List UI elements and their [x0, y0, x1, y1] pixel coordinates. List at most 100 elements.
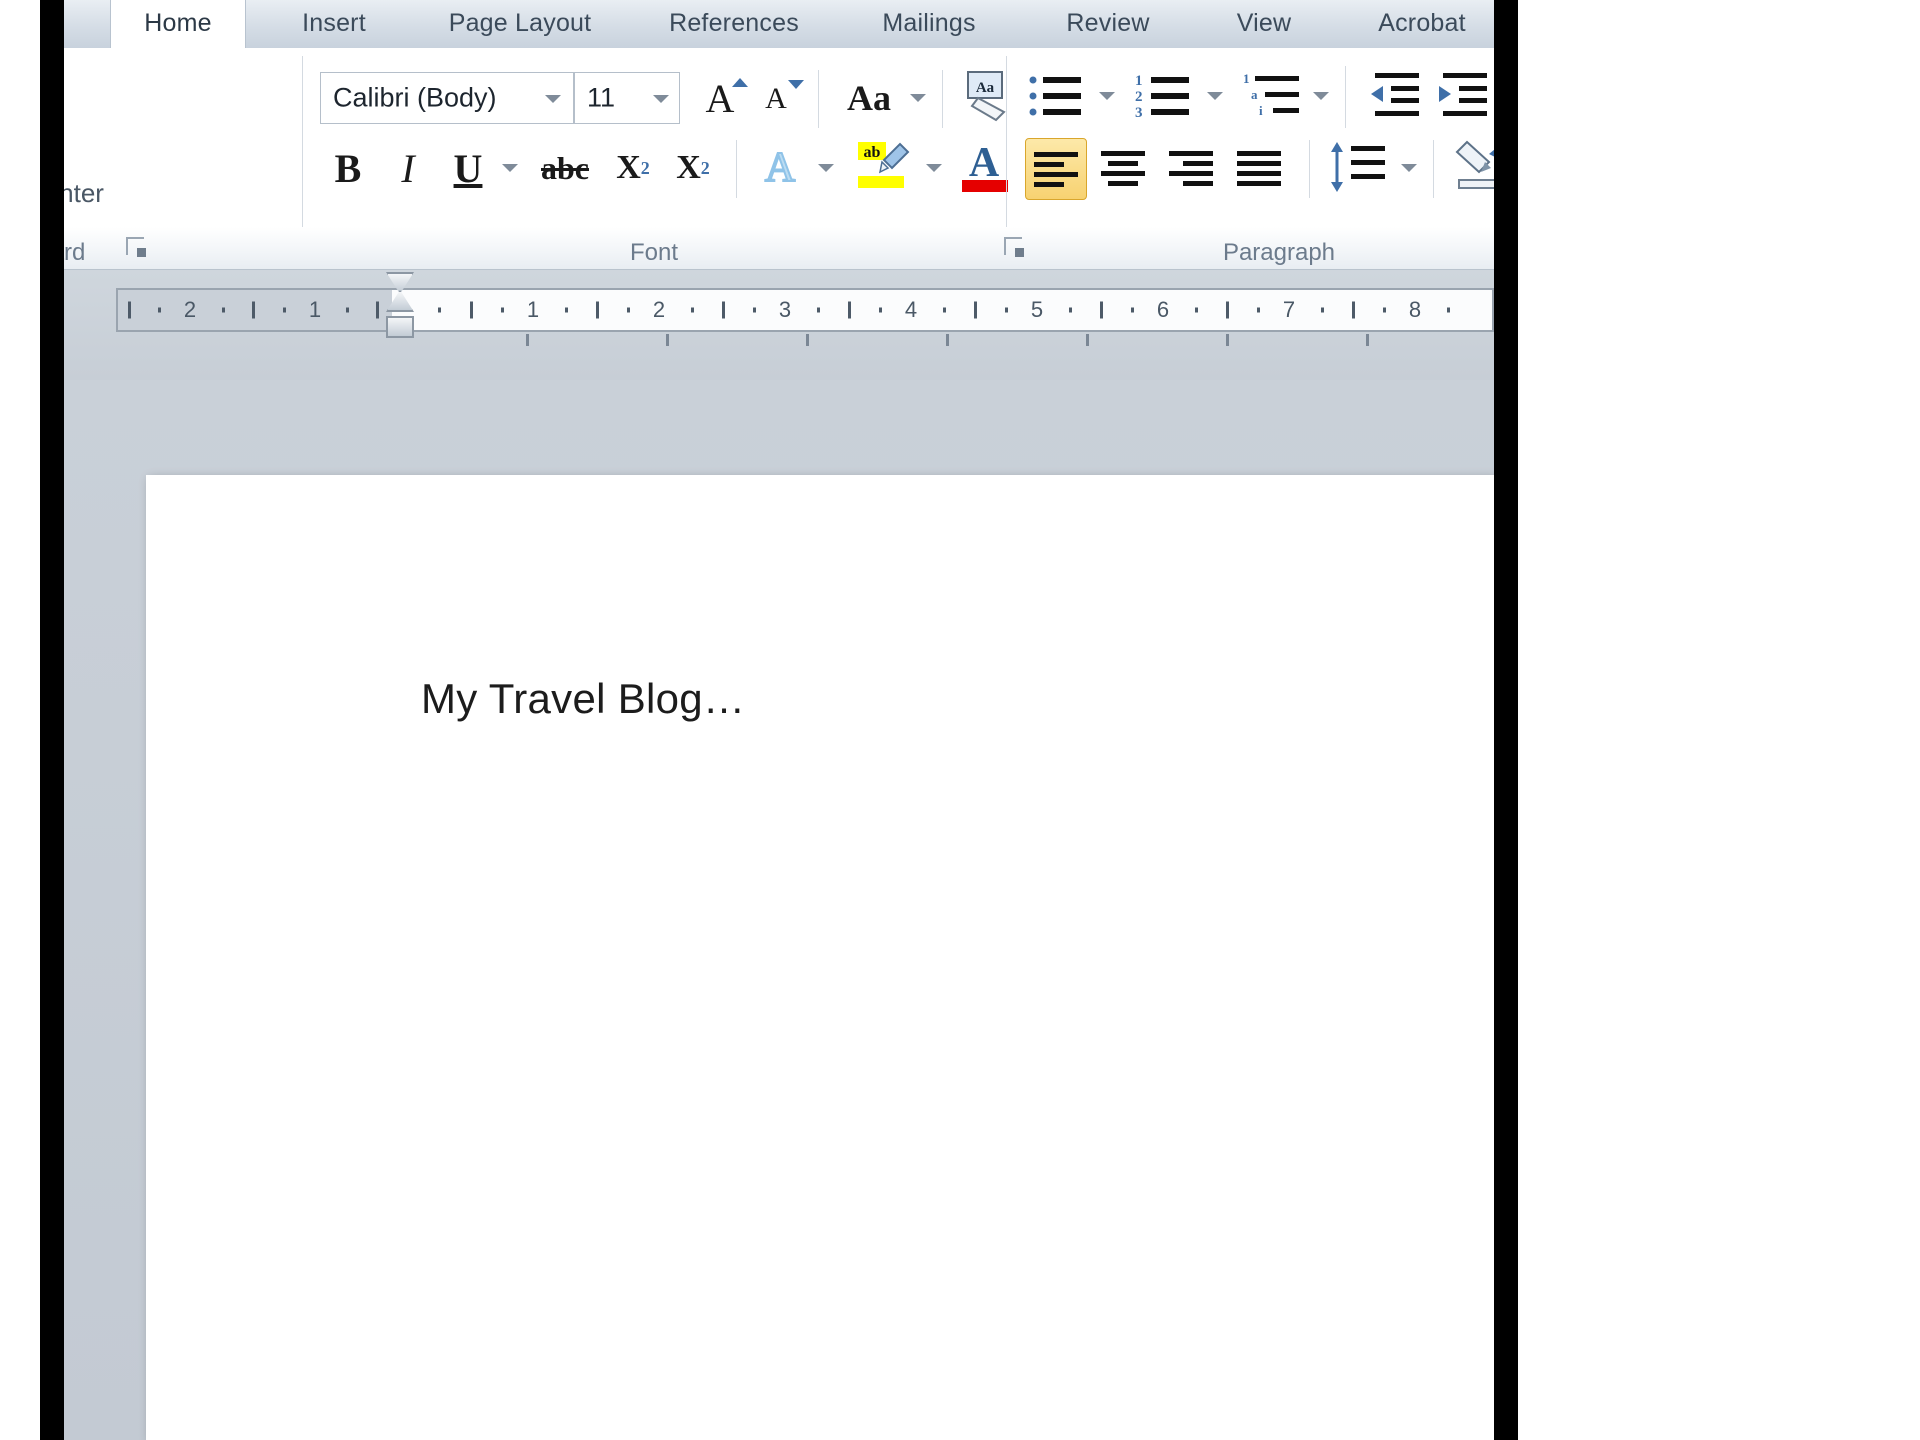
justify-button[interactable] — [1229, 138, 1291, 200]
chevron-down-icon[interactable] — [653, 95, 669, 103]
horizontal-ruler[interactable]: 2 1 1 2 3 4 5 6 7 8 — [116, 288, 1494, 332]
italic-icon: I — [401, 145, 415, 191]
font-name-combo[interactable]: Calibri (Body) — [320, 72, 574, 124]
tab-mailings[interactable]: Mailings — [836, 0, 1022, 48]
tab-stop-marker[interactable] — [526, 334, 529, 346]
format-painter-button[interactable]: Format Painter — [64, 178, 104, 209]
underline-icon: U — [453, 145, 483, 191]
ruler-tick — [722, 301, 725, 319]
group-paragraph: 1 2 3 1 a i Paragraph — [1009, 48, 1494, 269]
ruler-tick — [1131, 307, 1134, 313]
text-effects-button[interactable]: A — [750, 140, 810, 196]
ruler-tick — [974, 301, 977, 319]
ruler-tick — [879, 307, 882, 313]
ruler-number: 5 — [1030, 297, 1044, 322]
bullets-button[interactable] — [1025, 68, 1089, 128]
font-divider-2 — [942, 70, 943, 128]
align-text-right-button[interactable] — [1161, 138, 1223, 200]
svg-text:3: 3 — [1135, 105, 1143, 121]
strikethrough-button[interactable]: abc — [532, 140, 598, 196]
center-button[interactable] — [1093, 138, 1155, 200]
font-dialog-launcher[interactable] — [1004, 237, 1026, 259]
ruler-tick — [596, 301, 599, 319]
increase-indent-button[interactable] — [1429, 68, 1493, 128]
ruler-tick — [438, 307, 441, 313]
chevron-down-icon[interactable] — [502, 164, 518, 172]
numbering-button[interactable]: 1 2 3 — [1133, 68, 1197, 128]
group-label-clipboard: board — [64, 239, 86, 266]
grow-font-button[interactable]: A — [692, 72, 748, 124]
ruler-tick — [376, 301, 379, 319]
tab-stop-marker[interactable] — [1366, 334, 1369, 346]
font-size-combo[interactable]: 11 — [574, 72, 680, 124]
ruler-tick — [501, 307, 504, 313]
text-highlight-color-icon: ab — [858, 142, 910, 188]
multilevel-list-button[interactable]: 1 a i — [1241, 68, 1305, 128]
right-letterbox-bar — [1494, 0, 1518, 1440]
shrink-font-button[interactable]: A — [748, 74, 804, 124]
tab-stop-marker[interactable] — [1086, 334, 1089, 346]
subscript-button[interactable]: X2 — [604, 140, 662, 196]
ruler-number: 3 — [778, 297, 792, 322]
chevron-down-icon[interactable] — [1401, 164, 1417, 172]
decrease-indent-button[interactable] — [1361, 68, 1425, 128]
ruler-tick — [158, 307, 161, 313]
svg-text:ab: ab — [864, 144, 881, 161]
ruler-tick — [565, 307, 568, 313]
ruler-tick — [627, 307, 630, 313]
bold-button[interactable]: B — [320, 140, 376, 196]
italic-button[interactable]: I — [380, 140, 436, 196]
underline-button[interactable]: U — [440, 140, 496, 196]
numbering-icon: 1 2 3 — [1135, 73, 1189, 121]
paragraph-divider-1 — [1345, 66, 1346, 128]
ruler-tick — [817, 307, 820, 313]
svg-text:2: 2 — [1135, 89, 1143, 105]
document-body-text[interactable]: My Travel Blog… — [421, 675, 745, 723]
align-text-left-button[interactable] — [1025, 138, 1087, 200]
chevron-down-icon[interactable] — [818, 164, 834, 172]
chevron-down-icon[interactable] — [545, 95, 561, 103]
ruler-tick — [1100, 301, 1103, 319]
tab-insert[interactable]: Insert — [260, 0, 408, 48]
font-color-icon: A — [962, 140, 1008, 192]
left-indent-marker[interactable] — [386, 316, 414, 338]
chevron-down-icon[interactable] — [926, 164, 942, 172]
shading-button[interactable] — [1451, 136, 1494, 200]
paragraph-divider-3 — [1309, 140, 1310, 198]
ruler-tick — [1005, 307, 1008, 313]
ruler-number: 2 — [652, 297, 666, 322]
superscript-button[interactable]: X2 — [664, 140, 722, 196]
font-divider-1 — [818, 70, 819, 128]
tab-stop-marker[interactable] — [946, 334, 949, 346]
ruler-tick — [222, 307, 225, 313]
svg-text:1: 1 — [1243, 71, 1250, 86]
chevron-down-icon[interactable] — [1099, 92, 1115, 100]
ruler-number: 1 — [308, 297, 322, 322]
clipboard-dialog-launcher[interactable] — [126, 237, 148, 259]
ruler-tick — [1321, 307, 1324, 313]
subscript-icon: X2 — [616, 149, 650, 186]
tab-stop-marker[interactable] — [666, 334, 669, 346]
tab-page-layout[interactable]: Page Layout — [408, 0, 632, 48]
align-center-icon — [1101, 151, 1145, 186]
tab-view[interactable]: View — [1194, 0, 1334, 48]
ruler-tick — [1447, 307, 1450, 313]
word-window: Home Insert Page Layout References Maili… — [64, 0, 1494, 1440]
document-page[interactable]: My Travel Blog… — [146, 475, 1494, 1440]
tab-stop-marker[interactable] — [806, 334, 809, 346]
tab-stop-marker[interactable] — [1226, 334, 1229, 346]
tab-home[interactable]: Home — [110, 0, 246, 48]
chevron-down-icon[interactable] — [1207, 92, 1223, 100]
change-case-button[interactable]: Aa — [832, 72, 906, 124]
text-highlight-color-button[interactable]: ab — [852, 138, 918, 198]
ruler-tick — [128, 301, 131, 319]
document-canvas: My Travel Blog… — [64, 380, 1494, 1440]
tab-acrobat[interactable]: Acrobat — [1334, 0, 1494, 48]
ruler-tick — [252, 301, 255, 319]
tab-references[interactable]: References — [632, 0, 836, 48]
chevron-down-icon[interactable] — [910, 94, 926, 102]
tab-review[interactable]: Review — [1022, 0, 1194, 48]
chevron-down-icon[interactable] — [1313, 92, 1329, 100]
ruler-tick — [470, 301, 473, 319]
line-spacing-button[interactable] — [1327, 138, 1393, 200]
